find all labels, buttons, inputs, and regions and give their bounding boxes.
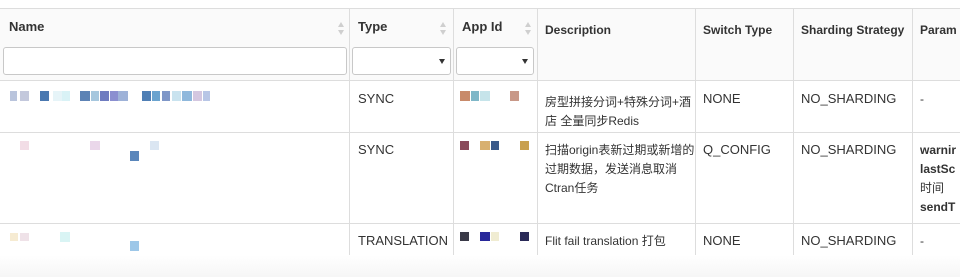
column-header-switch-type: Switch Type (703, 23, 773, 37)
name-filter-input[interactable] (3, 47, 347, 75)
row-sharding-strategy: NO_SHARDING (801, 142, 897, 157)
param-line: 时间 (920, 181, 945, 195)
row-description: Flit fail translation 打包 (545, 234, 666, 248)
param-line: warnir (920, 143, 957, 157)
row-switch-type: Q_CONFIG (703, 142, 771, 157)
jobs-table: Name Type App Id Description Switch Type… (0, 8, 960, 256)
row-description: 房型拼接分词+特殊分词+酒店 全量同步Redis (545, 95, 692, 128)
row-switch-type: NONE (703, 91, 741, 106)
table-header: Name Type App Id Description Switch Type… (0, 9, 960, 81)
row-params: - (920, 234, 924, 248)
column-header-sharding-strategy: Sharding Strategy (801, 23, 905, 37)
sort-icon[interactable] (440, 22, 447, 36)
row-params: - (920, 92, 924, 106)
column-header-app-id[interactable]: App Id (462, 19, 502, 34)
row-type: SYNC (358, 91, 395, 106)
param-line: sendT (920, 200, 956, 214)
bottom-fade (0, 255, 960, 277)
row-description: 扫描origin表新过期或新增的过期数据，发送消息取消Ctran任务 (545, 143, 695, 195)
row-divider (0, 132, 960, 133)
row-switch-type: NONE (703, 233, 741, 248)
column-header-description: Description (545, 23, 612, 37)
param-line: lastSc (920, 162, 956, 176)
row-params: warnir lastSc 时间 sendT (920, 141, 956, 217)
column-header-name[interactable]: Name (9, 19, 44, 34)
type-filter-select[interactable] (352, 47, 451, 75)
dropdown-caret-icon (522, 59, 528, 64)
row-divider (0, 223, 960, 224)
column-header-params: Param (920, 23, 957, 37)
sort-icon[interactable] (525, 22, 532, 36)
row-type: SYNC (358, 142, 395, 157)
column-header-type[interactable]: Type (358, 19, 387, 34)
row-type: TRANSLATION (358, 233, 449, 248)
sort-icon[interactable] (338, 22, 345, 36)
row-sharding-strategy: NO_SHARDING (801, 91, 897, 106)
row-sharding-strategy: NO_SHARDING (801, 233, 897, 248)
dropdown-caret-icon (439, 59, 445, 64)
app-id-filter-select[interactable] (456, 47, 534, 75)
